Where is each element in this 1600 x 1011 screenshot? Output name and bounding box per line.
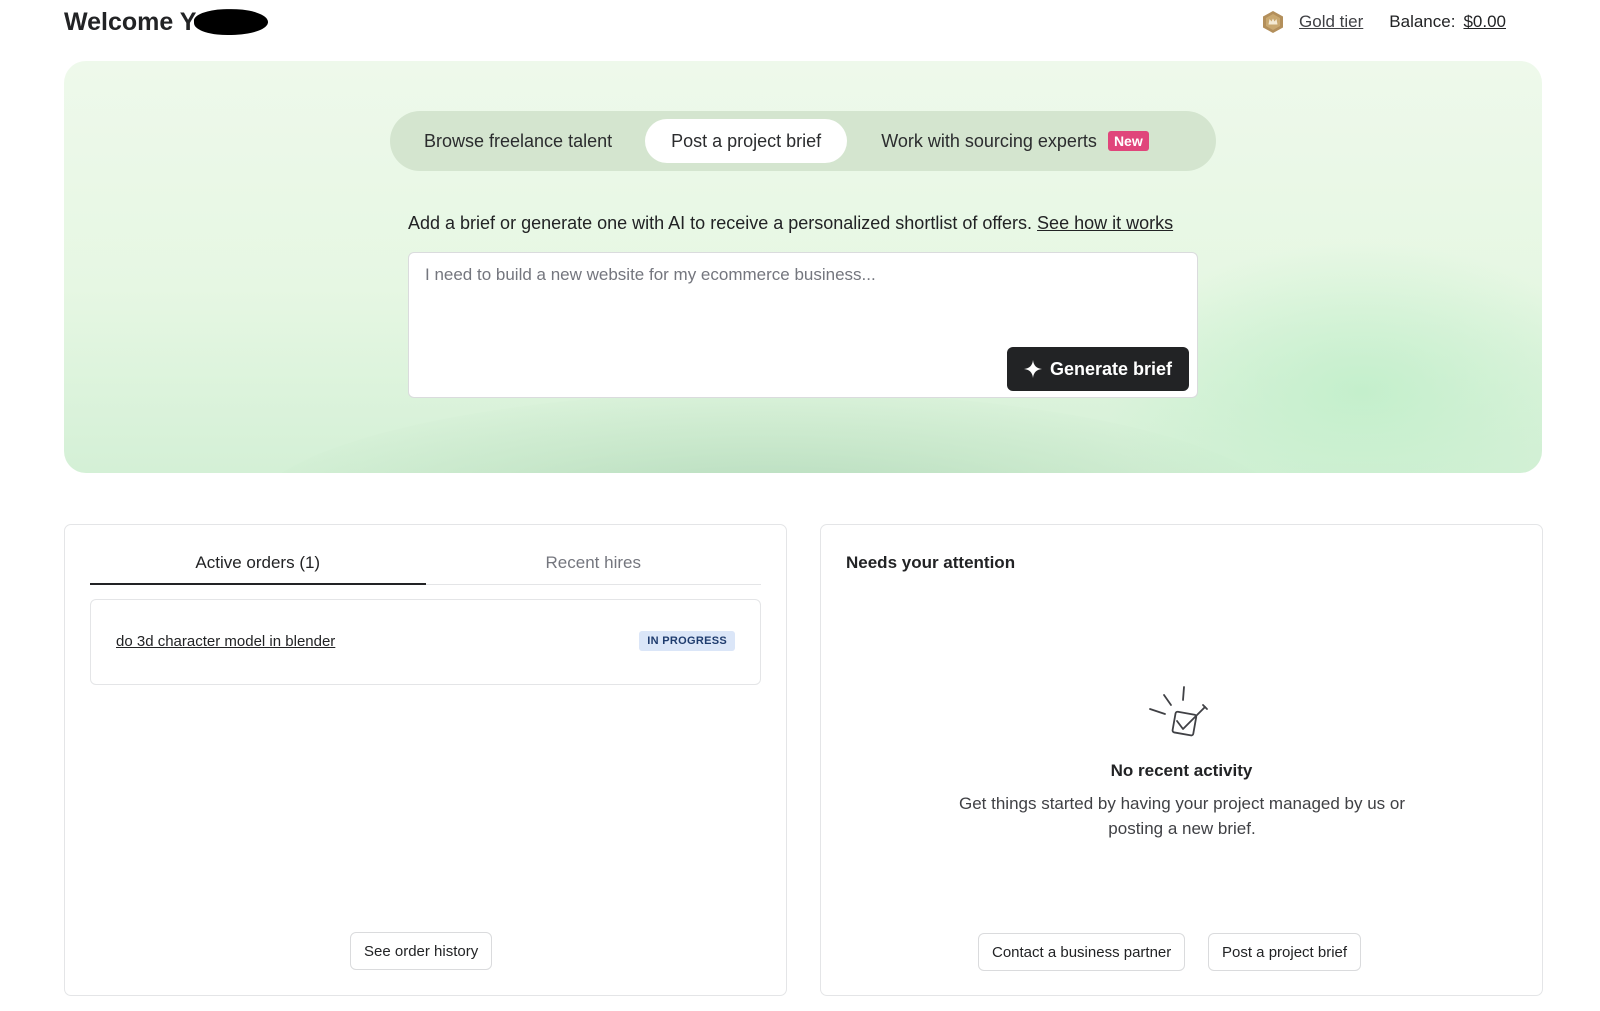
tab-recent-hires[interactable]: Recent hires xyxy=(426,547,762,584)
status-badge: IN PROGRESS xyxy=(639,631,735,651)
gold-tier-link[interactable]: Gold tier xyxy=(1299,12,1363,32)
attention-card: Needs your attention No recent activity … xyxy=(820,524,1543,996)
brief-description-text: Add a brief or generate one with AI to r… xyxy=(408,213,1033,233)
balance-value-link[interactable]: $0.00 xyxy=(1463,12,1506,32)
tab-post-project-brief[interactable]: Post a project brief xyxy=(645,119,848,163)
orders-card: Active orders (1) Recent hires do 3d cha… xyxy=(64,524,787,996)
tab-label: Browse freelance talent xyxy=(424,130,613,151)
order-title-link[interactable]: do 3d character model in blender xyxy=(116,633,335,650)
brief-box: Generate brief xyxy=(408,252,1198,398)
welcome-heading: Welcome Y xyxy=(64,7,269,37)
welcome-text: Welcome Y xyxy=(64,7,197,36)
see-how-it-works-link[interactable]: See how it works xyxy=(1037,213,1173,233)
balance-label: Balance: xyxy=(1389,12,1456,31)
list-item[interactable]: do 3d character model in blender IN PROG… xyxy=(90,599,761,685)
tab-label: Work with sourcing experts xyxy=(881,130,1097,151)
generate-brief-label: Generate brief xyxy=(1049,358,1172,379)
brief-description: Add a brief or generate one with AI to r… xyxy=(408,213,1198,234)
post-project-brief-button[interactable]: Post a project brief xyxy=(1208,933,1362,971)
see-order-history-button[interactable]: See order history xyxy=(350,932,493,970)
hero-mode-tabs: Browse freelance talent Post a project b… xyxy=(390,111,1216,171)
tab-browse-freelance-talent[interactable]: Browse freelance talent xyxy=(398,119,638,163)
empty-state-description: Get things started by having your projec… xyxy=(958,794,1406,838)
generate-brief-button[interactable]: Generate brief xyxy=(1006,347,1189,391)
redacted-username xyxy=(194,7,269,37)
new-badge: New xyxy=(1107,131,1149,151)
contact-business-partner-button[interactable]: Contact a business partner xyxy=(978,933,1186,971)
sparkle-icon xyxy=(1023,360,1042,378)
hero-panel: Browse freelance talent Post a project b… xyxy=(64,61,1542,473)
top-bar: Welcome Y Gold tier Balance: $0.00 xyxy=(64,0,1506,44)
checklist-burst-icon xyxy=(1149,686,1208,737)
empty-state-title: No recent activity xyxy=(1110,761,1253,780)
gold-tier-icon xyxy=(1261,10,1285,34)
attention-title: Needs your attention xyxy=(846,553,1016,572)
tab-work-with-sourcing-experts[interactable]: Work with sourcing experts New xyxy=(855,119,1175,163)
account-summary: Gold tier Balance: $0.00 xyxy=(1261,10,1506,34)
tab-active-orders[interactable]: Active orders (1) xyxy=(90,547,426,585)
brief-input[interactable] xyxy=(425,265,1165,325)
orders-tabs: Active orders (1) Recent hires xyxy=(90,547,761,585)
tab-label: Post a project brief xyxy=(671,130,822,151)
